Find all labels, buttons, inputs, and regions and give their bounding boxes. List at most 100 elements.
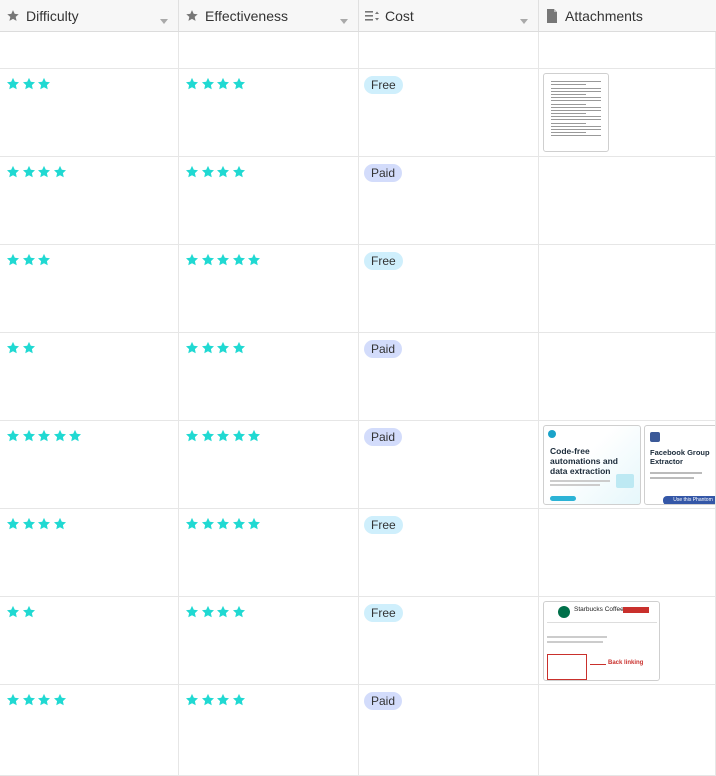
effectiveness-cell[interactable] (179, 157, 359, 244)
difficulty-rating[interactable] (6, 605, 37, 619)
cost-cell[interactable]: Paid (359, 685, 539, 775)
difficulty-cell[interactable] (0, 685, 179, 775)
star-icon[interactable] (68, 429, 82, 443)
star-icon[interactable] (232, 429, 246, 443)
star-icon[interactable] (232, 605, 246, 619)
attachments-cell[interactable] (539, 245, 716, 332)
column-header-attachments[interactable]: Attachments (539, 0, 716, 31)
star-icon[interactable] (22, 253, 36, 267)
cost-cell[interactable]: Paid (359, 157, 539, 244)
difficulty-cell[interactable] (0, 509, 179, 596)
table-row[interactable]: Free (0, 69, 716, 157)
star-icon[interactable] (185, 429, 199, 443)
star-icon[interactable] (22, 429, 36, 443)
star-icon[interactable] (37, 253, 51, 267)
cost-cell[interactable] (359, 32, 539, 68)
star-icon[interactable] (22, 517, 36, 531)
star-icon[interactable] (6, 341, 20, 355)
chevron-down-icon[interactable] (160, 12, 168, 28)
difficulty-rating[interactable] (6, 165, 68, 179)
star-icon[interactable] (53, 517, 67, 531)
star-icon[interactable] (247, 253, 261, 267)
attachments-cell[interactable] (539, 333, 716, 420)
star-icon[interactable] (6, 165, 20, 179)
star-icon[interactable] (185, 165, 199, 179)
difficulty-rating[interactable] (6, 77, 53, 91)
attachments-cell[interactable] (539, 157, 716, 244)
attachment-thumbnail[interactable]: Code-free automations and data extraction (543, 425, 641, 505)
star-icon[interactable] (53, 693, 67, 707)
star-icon[interactable] (216, 605, 230, 619)
star-icon[interactable] (216, 165, 230, 179)
attachments-cell[interactable] (539, 685, 716, 775)
difficulty-cell[interactable] (0, 245, 179, 332)
cost-cell[interactable]: Free (359, 69, 539, 156)
star-icon[interactable] (22, 693, 36, 707)
star-icon[interactable] (6, 693, 20, 707)
table-row-empty[interactable] (0, 32, 716, 69)
star-icon[interactable] (22, 165, 36, 179)
difficulty-rating[interactable] (6, 693, 68, 707)
star-icon[interactable] (6, 429, 20, 443)
star-icon[interactable] (185, 77, 199, 91)
effectiveness-cell[interactable] (179, 245, 359, 332)
star-icon[interactable] (6, 77, 20, 91)
star-icon[interactable] (185, 693, 199, 707)
chevron-down-icon[interactable] (520, 12, 528, 28)
star-icon[interactable] (232, 341, 246, 355)
star-icon[interactable] (201, 341, 215, 355)
table-row[interactable]: Paid (0, 157, 716, 245)
effectiveness-rating[interactable] (185, 341, 247, 355)
difficulty-cell[interactable] (0, 421, 179, 508)
star-icon[interactable] (37, 77, 51, 91)
star-icon[interactable] (6, 253, 20, 267)
attachment-thumbnail[interactable] (543, 73, 609, 152)
star-icon[interactable] (22, 605, 36, 619)
attachments-cell[interactable] (539, 509, 716, 596)
star-icon[interactable] (201, 77, 215, 91)
difficulty-cell[interactable] (0, 32, 179, 68)
star-icon[interactable] (232, 77, 246, 91)
table-row[interactable]: Paid Code-free automations and data extract… (0, 421, 716, 509)
star-icon[interactable] (232, 165, 246, 179)
column-header-difficulty[interactable]: Difficulty (0, 0, 179, 31)
star-icon[interactable] (216, 693, 230, 707)
effectiveness-rating[interactable] (185, 429, 263, 443)
star-icon[interactable] (247, 517, 261, 531)
effectiveness-cell[interactable] (179, 333, 359, 420)
star-icon[interactable] (6, 517, 20, 531)
star-icon[interactable] (201, 693, 215, 707)
difficulty-cell[interactable] (0, 69, 179, 156)
table-row[interactable]: Free Starbucks Coffee Back linking (0, 597, 716, 685)
effectiveness-rating[interactable] (185, 517, 263, 531)
effectiveness-rating[interactable] (185, 693, 247, 707)
column-header-cost[interactable]: Cost (359, 0, 539, 31)
attachments-cell[interactable] (539, 32, 716, 68)
star-icon[interactable] (53, 165, 67, 179)
table-row[interactable]: Free (0, 509, 716, 597)
star-icon[interactable] (37, 429, 51, 443)
star-icon[interactable] (185, 253, 199, 267)
cost-cell[interactable]: Paid (359, 333, 539, 420)
attachment-thumbnail[interactable]: Facebook Group Extractor Use this Phantom (644, 425, 715, 505)
star-icon[interactable] (201, 253, 215, 267)
star-icon[interactable] (216, 341, 230, 355)
star-icon[interactable] (37, 693, 51, 707)
star-icon[interactable] (22, 341, 36, 355)
table-row[interactable]: Paid (0, 685, 716, 776)
effectiveness-rating[interactable] (185, 605, 247, 619)
star-icon[interactable] (201, 165, 215, 179)
star-icon[interactable] (201, 429, 215, 443)
star-icon[interactable] (232, 517, 246, 531)
effectiveness-cell[interactable] (179, 509, 359, 596)
difficulty-cell[interactable] (0, 597, 179, 684)
attachments-cell[interactable] (539, 69, 716, 156)
star-icon[interactable] (232, 693, 246, 707)
star-icon[interactable] (216, 429, 230, 443)
cost-cell[interactable]: Paid (359, 421, 539, 508)
star-icon[interactable] (6, 605, 20, 619)
star-icon[interactable] (216, 517, 230, 531)
effectiveness-rating[interactable] (185, 253, 263, 267)
attachments-cell[interactable]: Code-free automations and data extraction F… (539, 421, 716, 508)
star-icon[interactable] (185, 341, 199, 355)
